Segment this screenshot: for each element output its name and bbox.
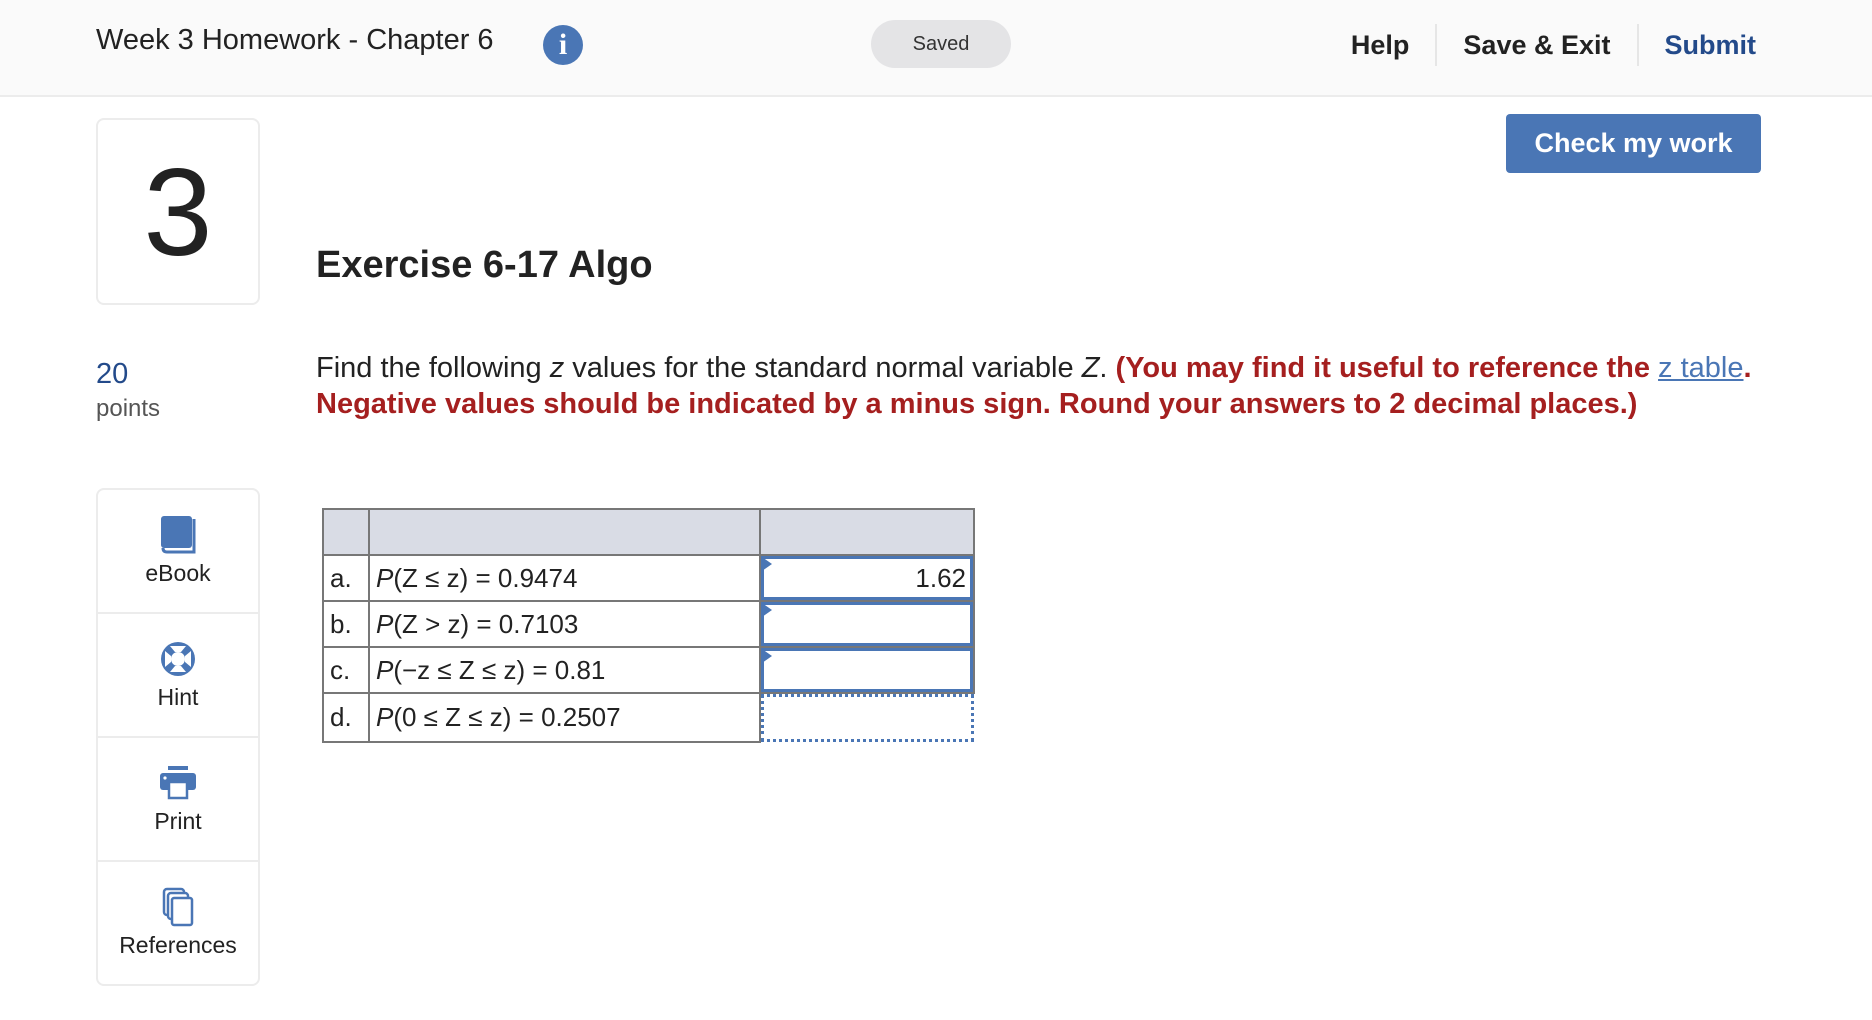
question-prompt: Find the following z values for the stan… (316, 350, 1776, 422)
flag-marker-icon (762, 603, 772, 617)
row-letter: d. (322, 692, 370, 743)
probability-statement: P(Z > z) = 0.7103 (368, 600, 761, 648)
printer-icon (160, 766, 196, 800)
prompt-text: . (1099, 352, 1116, 384)
save-status-badge: Saved (871, 20, 1011, 68)
row-letter: c. (322, 646, 370, 694)
check-my-work-button[interactable]: Check my work (1506, 114, 1761, 173)
answer-input-b[interactable] (761, 602, 973, 646)
points-value: 20 (96, 358, 129, 390)
submit-link[interactable]: Submit (1639, 24, 1757, 66)
answer-input-c[interactable] (761, 648, 973, 692)
prob-prefix: P (376, 608, 394, 639)
prob-prefix: P (376, 702, 394, 732)
probability-statement: P(0 ≤ Z ≤ z) = 0.2507 (368, 692, 761, 743)
instruction-part: (You may find it useful to reference the (1115, 352, 1659, 384)
answer-cell (759, 646, 975, 694)
answer-cell (759, 554, 975, 602)
table-row: d. P(0 ≤ Z ≤ z) = 0.2507 (322, 692, 974, 743)
question-number: 3 (96, 118, 260, 305)
table-row: c. P(−z ≤ Z ≤ z) = 0.81 (322, 646, 975, 694)
table-row: b. P(Z > z) = 0.7103 (322, 600, 975, 648)
prob-body: (Z ≤ z) = 0.9474 (393, 562, 578, 593)
prob-prefix: P (376, 562, 394, 593)
tool-label: Print (154, 808, 202, 834)
exercise-title: Exercise 6-17 Algo (316, 244, 653, 286)
tools-sidebar: eBook Hint Print References (96, 488, 260, 986)
help-link[interactable]: Help (1325, 24, 1436, 66)
row-letter: a. (322, 554, 370, 602)
prob-body: (−z ≤ Z ≤ z) = 0.81 (393, 654, 606, 685)
header-cell (759, 508, 975, 556)
answer-cell (759, 600, 975, 648)
book-icon (161, 516, 196, 554)
probability-statement: P(Z ≤ z) = 0.9474 (368, 554, 761, 602)
probability-statement: P(−z ≤ Z ≤ z) = 0.81 (368, 646, 761, 694)
answer-input-d[interactable] (761, 694, 974, 742)
header-cell (322, 508, 370, 556)
tool-print[interactable]: Print (98, 738, 258, 862)
prompt-text: Find the following (316, 352, 550, 384)
answer-input-a[interactable] (761, 556, 973, 600)
row-letter: b. (322, 600, 370, 648)
z-table-link[interactable]: z table (1658, 352, 1743, 384)
header-nav: Help Save & Exit Submit (1325, 24, 1872, 66)
prob-body: (Z > z) = 0.7103 (393, 608, 579, 639)
save-exit-link[interactable]: Save & Exit (1437, 24, 1636, 66)
tool-label: Hint (157, 684, 199, 710)
prob-body: (0 ≤ Z ≤ z) = 0.2507 (393, 702, 621, 732)
top-header: Week 3 Homework - Chapter 6 i Saved Help… (0, 0, 1872, 97)
header-cell (368, 508, 761, 556)
tool-label: eBook (145, 560, 211, 586)
answer-cell (760, 693, 974, 742)
table-header-row (322, 508, 975, 556)
table-row: a. P(Z ≤ z) = 0.9474 (322, 554, 975, 602)
Z-variable: Z (1081, 352, 1100, 384)
flag-marker-icon (762, 557, 772, 571)
tool-ebook[interactable]: eBook (98, 490, 258, 614)
tool-references[interactable]: References (98, 862, 258, 984)
prompt-text: values for the standard normal variable (564, 352, 1082, 384)
lifebuoy-icon (161, 642, 195, 676)
prob-prefix: P (376, 654, 394, 685)
answer-table: a. P(Z ≤ z) = 0.9474 b. P(Z > z) = 0.710… (322, 508, 975, 743)
copy-pages-icon (162, 887, 194, 927)
points-label: points (96, 395, 161, 422)
z-variable: z (549, 352, 565, 384)
info-icon[interactable]: i (543, 25, 583, 65)
tool-hint[interactable]: Hint (98, 614, 258, 738)
flag-marker-icon (762, 649, 772, 663)
assignment-title: Week 3 Homework - Chapter 6 (96, 24, 494, 56)
tool-label: References (119, 932, 237, 958)
